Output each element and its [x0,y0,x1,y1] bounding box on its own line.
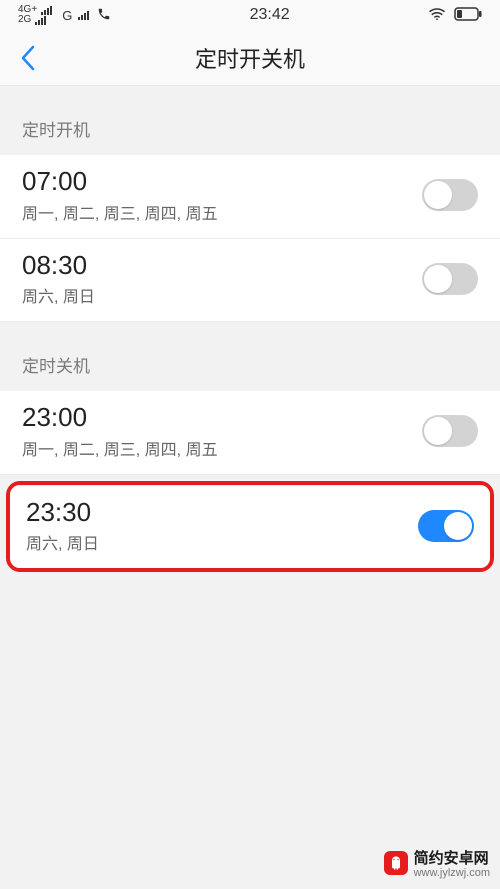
signal-bars-icon [35,16,46,25]
signal-bars-icon [41,6,52,15]
section-header-power-off: 定时关机 [0,322,500,391]
schedule-time: 23:00 [22,403,218,432]
signal-bars-icon [78,11,89,20]
schedule-days: 周一, 周二, 周三, 周四, 周五 [22,436,218,460]
watermark: 简约安卓网 www.jylzwj.com [384,847,490,879]
watermark-url: www.jylzwj.com [414,868,490,879]
schedule-time: 08:30 [22,251,95,280]
schedule-days: 周一, 周二, 周三, 周四, 周五 [22,200,218,224]
network-2g-label: 2G [18,15,31,25]
status-time: 23:42 [250,6,290,24]
android-icon [384,851,408,875]
status-right [428,7,482,24]
schedule-row[interactable]: 23:00 周一, 周二, 周三, 周四, 周五 [0,391,500,475]
schedule-days: 周六, 周日 [22,283,95,307]
status-left: 4G+ 2G G [18,5,111,25]
back-button[interactable] [8,38,48,78]
schedule-row[interactable]: 07:00 周一, 周二, 周三, 周四, 周五 [0,155,500,239]
section-header-power-on: 定时开机 [0,86,500,155]
page-title: 定时开关机 [0,42,500,74]
wifi-icon [428,7,446,24]
highlighted-row-frame: 23:30 周六, 周日 [6,481,494,573]
schedule-time: 07:00 [22,167,218,196]
phone-icon [97,7,111,24]
status-bar: 4G+ 2G G 23:42 [0,0,500,30]
schedule-days: 周六, 周日 [26,530,99,554]
battery-icon [454,7,482,24]
schedule-toggle[interactable] [422,179,478,211]
schedule-row[interactable]: 23:30 周六, 周日 [10,485,490,569]
schedule-toggle[interactable] [422,415,478,447]
chevron-left-icon [20,45,36,71]
network-g-label: G [62,8,72,23]
schedule-time: 23:30 [26,498,99,527]
nav-header: 定时开关机 [0,30,500,86]
schedule-row[interactable]: 08:30 周六, 周日 [0,239,500,323]
schedule-toggle[interactable] [422,263,478,295]
schedule-toggle[interactable] [418,510,474,542]
watermark-name: 简约安卓网 [414,850,489,867]
